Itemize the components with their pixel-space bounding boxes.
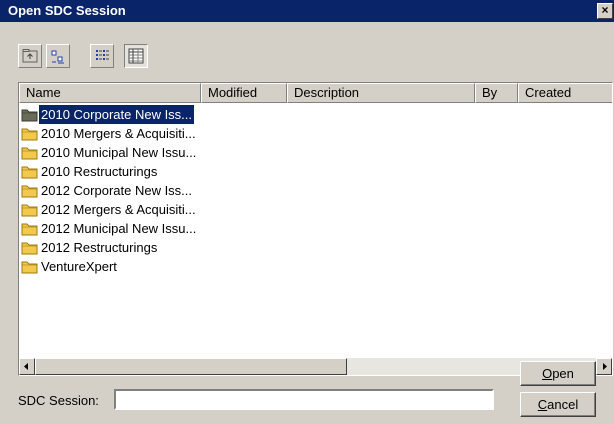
column-header-created[interactable]: Created <box>518 83 612 103</box>
open-accelerator: O <box>542 365 553 381</box>
folder-icon <box>21 242 38 255</box>
list-item-label: 2010 Municipal New Issu... <box>41 145 197 160</box>
scroll-right-icon <box>603 363 607 370</box>
scroll-left-button[interactable] <box>19 358 35 375</box>
open-label: pen <box>552 365 574 381</box>
list-view-icon <box>51 50 64 64</box>
cancel-button[interactable]: Cancel <box>520 392 596 417</box>
close-icon: × <box>601 3 609 17</box>
up-folder-icon <box>22 49 38 63</box>
column-header-name[interactable]: Name <box>19 83 201 103</box>
list-item-label: 2012 Mergers & Acquisiti... <box>41 202 196 217</box>
folder-icon <box>21 223 38 236</box>
column-header-row: Name Modified Description By Created <box>19 83 612 103</box>
grid-view-icon <box>128 48 144 64</box>
scroll-thumb[interactable] <box>35 358 347 375</box>
list-item-label: 2010 Corporate New Iss... <box>39 105 195 124</box>
list-view-button[interactable] <box>46 44 70 68</box>
title-bar[interactable]: Open SDC Session × <box>0 0 614 22</box>
details-view-button[interactable] <box>90 44 114 68</box>
open-button[interactable]: Open <box>520 361 596 386</box>
session-label: SDC Session: <box>18 393 99 408</box>
folder-icon <box>21 128 38 141</box>
window-title: Open SDC Session <box>8 3 126 18</box>
folder-icon <box>21 261 38 274</box>
scroll-right-button[interactable] <box>596 358 612 375</box>
session-input[interactable] <box>114 389 494 410</box>
cancel-label: ancel <box>547 396 579 412</box>
folder-icon <box>21 204 38 217</box>
details-view-icon <box>96 50 109 60</box>
column-header-modified[interactable]: Modified <box>201 83 287 103</box>
close-button[interactable]: × <box>597 3 613 19</box>
open-session-dialog: Open SDC Session × Name Modified Descrip… <box>0 0 614 424</box>
folder-icon <box>21 166 38 179</box>
column-header-description[interactable]: Description <box>287 83 475 103</box>
list-item-label: 2012 Corporate New Iss... <box>41 183 193 198</box>
list-item-label: 2012 Municipal New Issu... <box>41 221 197 236</box>
scroll-left-icon <box>24 363 28 370</box>
list-item-label: VentureXpert <box>41 259 117 274</box>
folder-icon <box>21 185 38 198</box>
list-item-label: 2010 Restructurings <box>41 164 158 179</box>
folder-icon <box>21 109 38 122</box>
list-item-label: 2010 Mergers & Acquisiti... <box>41 126 196 141</box>
file-list[interactable]: Name Modified Description By Created 201… <box>18 82 613 376</box>
folder-icon <box>21 147 38 160</box>
list-item-label: 2012 Restructurings <box>41 240 158 255</box>
cancel-accelerator: C <box>537 396 548 412</box>
up-folder-button[interactable] <box>18 44 42 68</box>
column-header-by[interactable]: By <box>475 83 518 103</box>
grid-view-button[interactable] <box>124 44 148 68</box>
